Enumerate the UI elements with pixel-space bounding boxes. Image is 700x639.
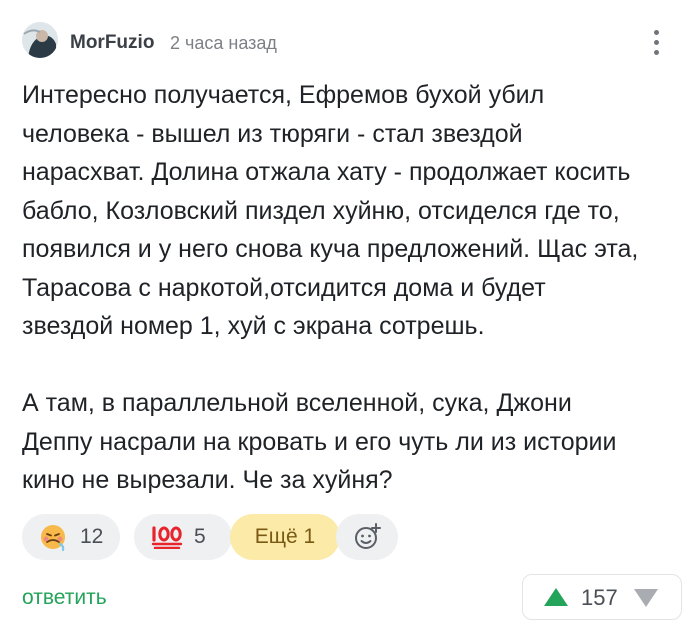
more-options-icon[interactable] <box>648 28 666 58</box>
avatar-image <box>22 22 58 58</box>
downvote-arrow-icon[interactable] <box>633 588 659 608</box>
comment-time: 2 часа назад <box>170 33 277 53</box>
reactions-bar: 12 5 Ещё 1 <box>22 514 682 562</box>
rating-control: 157 <box>522 574 682 620</box>
add-reaction-button[interactable] <box>336 514 398 560</box>
comment-text: Интересно получается, Ефремов бухой убил… <box>22 81 639 494</box>
add-reaction-icon <box>355 523 381 549</box>
author-name[interactable]: MorFuzio <box>70 32 154 54</box>
avatar[interactable] <box>22 22 58 58</box>
reaction-chip-hundred[interactable]: 5 <box>134 514 232 560</box>
comment-header: MorFuzio 2 часа назад <box>22 22 682 66</box>
more-reactions-button[interactable]: Ещё 1 <box>230 514 340 560</box>
comment-actions: ответить 157 <box>22 574 682 624</box>
rating-score: 157 <box>581 585 618 610</box>
reply-button[interactable]: ответить <box>22 586 107 610</box>
reaction-count: 5 <box>194 525 206 548</box>
reaction-count: 12 <box>80 525 104 548</box>
sick-face-emoji-icon <box>41 525 65 552</box>
upvote-arrow-icon[interactable] <box>543 587 569 607</box>
hundred-points-emoji-icon <box>151 526 183 549</box>
reaction-chip-sick-face[interactable]: 12 <box>22 514 120 560</box>
